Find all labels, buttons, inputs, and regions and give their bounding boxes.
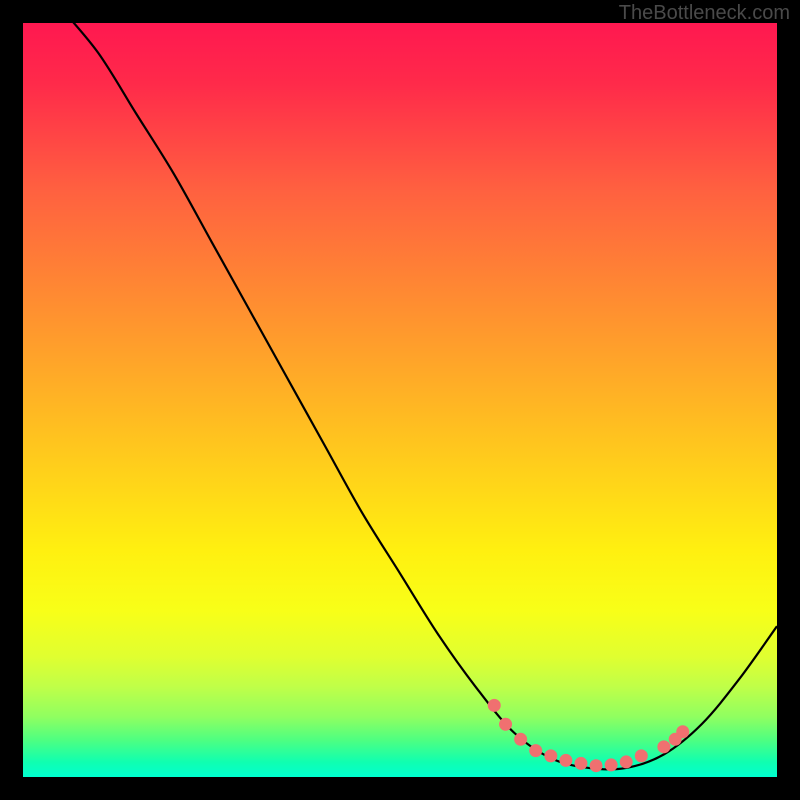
marker-dot (635, 749, 648, 762)
marker-dot (514, 733, 527, 746)
marker-dots-group (488, 699, 690, 772)
marker-dot (590, 759, 603, 772)
marker-dot (605, 758, 618, 771)
marker-dot (499, 718, 512, 731)
marker-dot (529, 744, 542, 757)
bottleneck-curve-line (61, 23, 777, 769)
chart-svg (23, 23, 777, 777)
marker-dot (488, 699, 501, 712)
marker-dot (559, 754, 572, 767)
marker-dot (657, 740, 670, 753)
marker-dot (574, 757, 587, 770)
watermark-text: TheBottleneck.com (619, 2, 790, 25)
marker-dot (544, 749, 557, 762)
plot-area (23, 23, 777, 777)
marker-dot (676, 725, 689, 738)
marker-dot (620, 755, 633, 768)
